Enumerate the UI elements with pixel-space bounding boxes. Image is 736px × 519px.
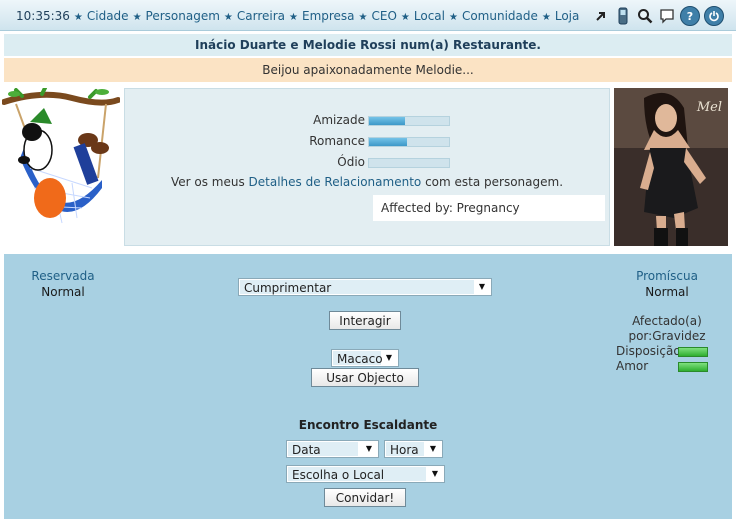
nav-cidade[interactable]: Cidade <box>87 9 129 23</box>
last-action-message: Beijou apaixonadamente Melodie... <box>4 58 732 82</box>
nav-loja[interactable]: Loja <box>555 9 580 23</box>
mood-bar <box>678 347 708 357</box>
friendship-bar-fill <box>369 117 405 125</box>
partner-nickname: Mel <box>696 100 722 115</box>
nav-separator: ★ <box>400 12 410 23</box>
chevron-down-icon: ▼ <box>429 444 437 453</box>
metric-label: Ódio <box>337 155 365 169</box>
chat-icon[interactable] <box>658 7 676 25</box>
nav-personagem[interactable]: Personagem <box>146 9 220 23</box>
place-select-value: Escolha o Local <box>292 468 385 482</box>
romance-bar <box>368 137 450 147</box>
nav-comunidade[interactable]: Comunidade <box>462 9 538 23</box>
object-select-value: Macaco <box>337 352 383 366</box>
top-nav-bar: 10:35:36 ★ Cidade ★ Personagem ★ Carreira ★ Empr… <box>0 0 736 31</box>
date-section-title: Encontro Escaldante <box>298 418 438 432</box>
partner-affected: Afectado(a) por:Gravidez <box>610 314 724 344</box>
nav-ceo[interactable]: CEO <box>372 9 397 23</box>
chevron-down-icon: ▼ <box>478 282 486 291</box>
place-select[interactable]: Escolha o Local ▼ <box>286 465 445 483</box>
invite-button[interactable]: Convidar! <box>324 488 406 507</box>
chevron-down-icon: ▼ <box>385 353 393 362</box>
nav-separator: ★ <box>358 12 368 23</box>
details-prefix: Ver os meus <box>170 175 245 189</box>
affected-box-tail <box>605 191 609 225</box>
nav-separator: ★ <box>289 12 298 23</box>
love-bar <box>678 362 708 372</box>
metric-label: Amizade <box>313 113 365 127</box>
chevron-down-icon: ▼ <box>365 444 373 453</box>
player-trait-value: Normal <box>41 285 85 299</box>
partner-avatar[interactable]: Mel <box>614 88 728 246</box>
scene-title: Inácio Duarte e Melodie Rossi num(a) Res… <box>4 34 732 56</box>
nav-separator: ★ <box>73 12 83 23</box>
friendship-bar <box>368 116 450 126</box>
power-icon[interactable] <box>704 6 724 26</box>
nav-separator: ★ <box>132 12 142 23</box>
main-nav: 10:35:36 ★ Cidade ★ Personagem ★ Carreira ★ Empr… <box>16 9 579 23</box>
metric-odio: Ódio <box>235 155 365 169</box>
relationship-details-line: Ver os meus Detalhes de Relacionamento c… <box>125 175 609 189</box>
help-icon[interactable]: ? <box>680 6 700 26</box>
arrow-icon[interactable] <box>592 7 610 25</box>
object-select[interactable]: Macaco ▼ <box>331 349 399 367</box>
relationship-details-link[interactable]: Detalhes de Relacionamento <box>249 175 422 189</box>
interact-button[interactable]: Interagir <box>329 311 401 330</box>
use-object-button[interactable]: Usar Objecto <box>311 368 419 387</box>
partner-trait-value: Normal <box>645 285 689 299</box>
phone-icon[interactable] <box>614 7 632 25</box>
romance-bar-fill <box>369 138 408 146</box>
metric-romance: Romance <box>235 134 365 148</box>
nav-separator: ★ <box>448 12 458 23</box>
partner-personality: Promíscua Normal Afectado(a) por:Gravide… <box>610 268 724 344</box>
player-personality: Reservada Normal <box>4 268 122 300</box>
metric-label: Romance <box>309 134 365 148</box>
hour-select-value: Hora <box>390 443 419 457</box>
date-select-value: Data <box>292 443 321 457</box>
toolbar-icons: ? <box>592 6 724 26</box>
partner-trait: Promíscua <box>636 269 698 283</box>
interaction-select-value: Cumprimentar <box>244 281 332 295</box>
nav-separator: ★ <box>223 12 233 23</box>
mood-label: Disposição <box>616 344 681 358</box>
relationship-panel: Amizade Romance Ódio Ver os meus Detalhe… <box>124 88 610 246</box>
nav-separator: ★ <box>541 12 551 23</box>
search-icon[interactable] <box>636 7 654 25</box>
details-suffix: com esta personagem. <box>425 175 564 189</box>
nav-local[interactable]: Local <box>414 9 445 23</box>
interaction-select[interactable]: Cumprimentar ▼ <box>238 278 492 296</box>
chevron-down-icon: ▼ <box>431 469 439 478</box>
partner-affected-line2: por:Gravidez <box>628 329 706 343</box>
partner-affected-line1: Afectado(a) <box>632 314 702 328</box>
hour-select[interactable]: Hora ▼ <box>384 440 443 458</box>
player-avatar[interactable] <box>1 86 121 246</box>
nav-carreira[interactable]: Carreira <box>237 9 285 23</box>
interaction-area: Reservada Normal Promíscua Normal Afecta… <box>4 254 732 519</box>
date-select[interactable]: Data ▼ <box>286 440 379 458</box>
affected-by-status: Affected by: Pregnancy <box>373 195 605 221</box>
clock: 10:35:36 <box>16 9 70 23</box>
nav-empresa[interactable]: Empresa <box>302 9 355 23</box>
metric-amizade: Amizade <box>235 113 365 127</box>
love-label: Amor <box>616 359 649 373</box>
player-trait: Reservada <box>31 269 95 283</box>
hatred-bar <box>368 158 450 168</box>
